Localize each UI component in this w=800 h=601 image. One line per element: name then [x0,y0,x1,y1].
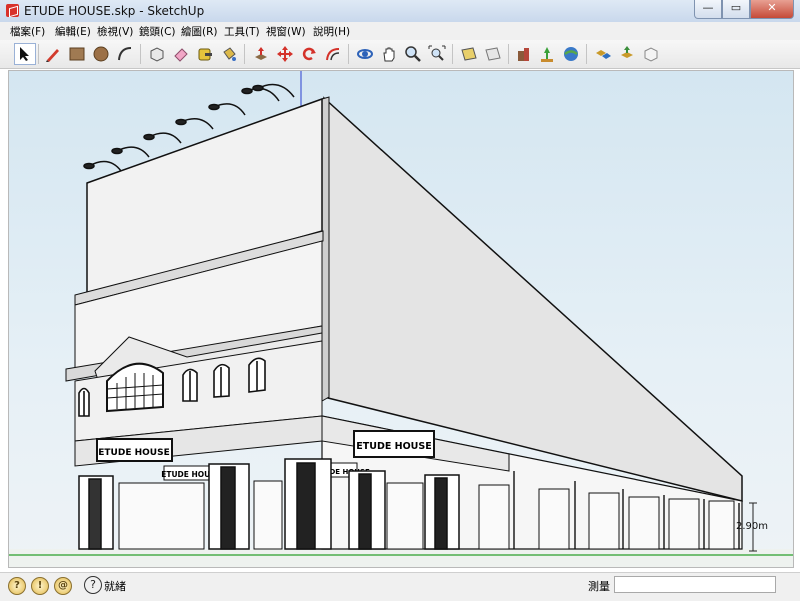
menu-help[interactable]: 說明(H) [313,24,350,39]
window-title: ETUDE HOUSE.skp - SketchUp [24,4,205,18]
sign-text-2: ETUDE HOUSE [356,441,431,452]
make-component-icon[interactable] [146,43,168,65]
rotate-icon[interactable] [298,43,320,65]
arc-icon[interactable] [114,43,136,65]
select-icon[interactable] [14,43,36,65]
toggle-terrain-icon[interactable] [482,43,504,65]
circle-icon[interactable] [90,43,112,65]
orbit-icon[interactable] [354,43,376,65]
preview-in-google-earth-icon[interactable] [536,43,558,65]
share-component-icon[interactable] [616,43,638,65]
sign-text-1: ETUDE HOUSE [98,448,169,458]
credits-icon[interactable]: ! [31,577,49,595]
get-models-icon[interactable] [560,43,582,65]
dimension-label: 2.90m [736,521,768,532]
help-icon[interactable]: ? [84,576,102,594]
paint-bucket-icon[interactable] [218,43,240,65]
offset-icon[interactable] [322,43,344,65]
status-bar: ? ! @ ? 就緒 測量 [0,572,800,601]
menu-camera[interactable]: 鏡頭(C) [139,24,176,39]
menu-window[interactable]: 視窗(W) [266,24,306,39]
photo-textures-icon[interactable] [512,43,534,65]
pencil-icon[interactable] [42,43,64,65]
measurements-label: 測量 [588,580,610,593]
share-model-icon[interactable] [592,43,614,65]
menu-edit[interactable]: 編輯(E) [55,24,91,39]
geo-location-icon[interactable]: ? [8,577,26,595]
building-model-drawing: ETUDE HOUSE ETUDE HOUSE ETUDE HOUSE ETUD… [9,71,793,567]
tape-measure-icon[interactable] [194,43,216,65]
maximize-button[interactable]: ▭ [722,0,750,19]
sign-in-icon[interactable]: @ [54,577,72,595]
zoom-extents-icon[interactable] [426,43,448,65]
model-viewport[interactable]: ETUDE HOUSE ETUDE HOUSE ETUDE HOUSE ETUD… [8,70,794,568]
components-icon[interactable] [640,43,662,65]
move-icon[interactable] [274,43,296,65]
add-location-icon[interactable] [458,43,480,65]
pan-icon[interactable] [378,43,400,65]
sketchup-app-icon[interactable] [6,4,19,17]
zoom-icon[interactable] [402,43,424,65]
minimize-button[interactable]: — [694,0,722,19]
menu-bar: 檔案(F) 編輯(E) 檢視(V) 鏡頭(C) 繪圖(R) 工具(T) 視窗(W… [0,22,800,41]
rectangle-icon[interactable] [66,43,88,65]
menu-draw[interactable]: 繪圖(R) [181,24,218,39]
menu-tools[interactable]: 工具(T) [224,24,260,39]
window-controls: — ▭ ✕ [694,0,794,19]
eraser-icon[interactable] [170,43,192,65]
status-text: 就緒 [104,580,126,593]
main-toolbar [0,40,800,69]
close-button[interactable]: ✕ [750,0,794,19]
title-bar: ETUDE HOUSE.skp - SketchUp — ▭ ✕ [0,0,800,23]
menu-file[interactable]: 檔案(F) [10,24,45,39]
push-pull-icon[interactable] [250,43,272,65]
menu-view[interactable]: 檢視(V) [97,24,133,39]
measurements-field[interactable] [614,576,776,593]
